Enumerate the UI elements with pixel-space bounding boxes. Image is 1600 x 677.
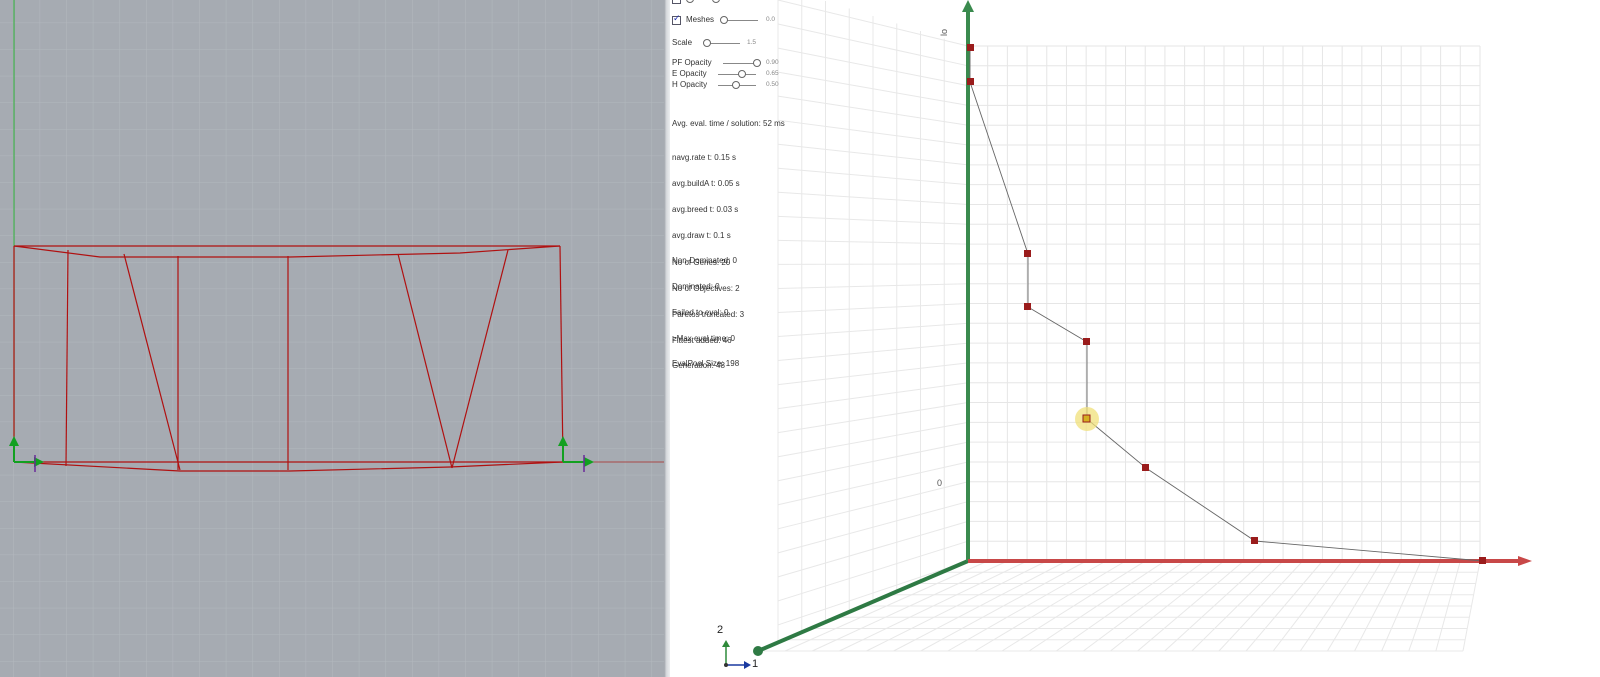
meshes-row: ✓ Meshes 0.0	[672, 14, 782, 26]
e-opacity-slider-thumb[interactable]	[738, 70, 746, 78]
checkbox-partial[interactable]	[672, 0, 681, 4]
avg-eval-time: Avg. eval. time / solution: 52 ms	[672, 119, 785, 128]
top-controls-partial	[672, 0, 782, 5]
h-opacity-label: H Opacity	[672, 80, 708, 90]
stat-line: Generation: 48	[672, 361, 725, 371]
pareto-point[interactable]	[1479, 557, 1486, 564]
stat-line: Fittest added: 46	[672, 335, 732, 345]
left-viewport[interactable]	[0, 0, 664, 677]
pf-opacity-label: PF Opacity	[672, 58, 712, 68]
stat-line: avg.breed t: 0.03 s	[672, 204, 739, 214]
pareto-plot-canvas	[722, 0, 1532, 669]
scale-value: 1.5	[747, 39, 757, 46]
genetic-stats: No of Genes: 20 No of Objectives: 2 Pare…	[672, 242, 744, 388]
pareto-point[interactable]	[1024, 303, 1031, 310]
x-axis-arrow-icon	[1518, 556, 1532, 566]
y-axis-label: lo	[939, 28, 949, 36]
pareto-viewport[interactable]	[670, 0, 1600, 677]
meshes-checkbox[interactable]: ✓	[672, 14, 681, 25]
pareto-point[interactable]	[1083, 338, 1090, 345]
e-opacity-slider-track[interactable]	[718, 74, 756, 75]
stat-line: navg.rate t: 0.15 s	[672, 153, 737, 163]
stat-line: No of Objectives: 2	[672, 283, 740, 293]
pareto-point[interactable]	[1142, 464, 1149, 471]
truss-viewport-canvas	[0, 0, 664, 677]
meshes-value: 0.0	[766, 16, 776, 23]
scale-slider-thumb[interactable]	[703, 39, 711, 47]
slider-thumb-partial[interactable]	[712, 0, 720, 3]
h-opacity-row: H Opacity 0.50	[672, 80, 787, 91]
pareto-point-selected[interactable]	[1082, 414, 1091, 423]
slider-thumb-partial[interactable]	[686, 0, 694, 3]
gnomon-label-1: 1	[752, 658, 759, 670]
e-opacity-label: E Opacity	[672, 69, 707, 79]
pf-opacity-row: PF Opacity 0.90	[672, 58, 787, 69]
view-gnomon	[722, 640, 751, 669]
scale-label: Scale	[672, 38, 693, 48]
e-opacity-row: E Opacity 0.65	[672, 69, 787, 80]
pareto-point[interactable]	[967, 44, 974, 51]
stat-line: avg.buildA t: 0.05 s	[672, 178, 740, 188]
pf-opacity-slider-thumb[interactable]	[753, 59, 761, 67]
h-opacity-slider-thumb[interactable]	[732, 81, 740, 89]
pareto-point[interactable]	[1251, 537, 1258, 544]
meshes-label: Meshes	[686, 15, 715, 25]
h-opacity-value: 0.50	[766, 81, 779, 88]
stat-line: avg.draw t: 0.1 s	[672, 230, 731, 240]
stat-line: Paretos truncated: 3	[672, 309, 745, 319]
gnomon-label-2: 2	[717, 624, 724, 636]
pareto-point[interactable]	[967, 78, 974, 85]
side-wall-grid	[777, 0, 969, 641]
scale-row: Scale 1.5	[672, 38, 782, 49]
pf-opacity-value: 0.90	[766, 59, 779, 66]
z-axis-end-icon	[753, 646, 763, 656]
meshes-slider-thumb[interactable]	[720, 16, 728, 24]
grid	[0, 0, 664, 677]
y-axis-origin-label: 0	[937, 478, 943, 488]
y-axis-arrow-icon	[962, 0, 974, 12]
optimizer-info-panel: ✓ Meshes 0.0 Scale 1.5 PF Opacity 0.90 E…	[672, 0, 792, 370]
stat-line: No of Genes: 20	[672, 258, 731, 268]
pareto-point[interactable]	[1024, 250, 1031, 257]
e-opacity-value: 0.65	[766, 70, 779, 77]
back-grid	[967, 45, 1481, 562]
